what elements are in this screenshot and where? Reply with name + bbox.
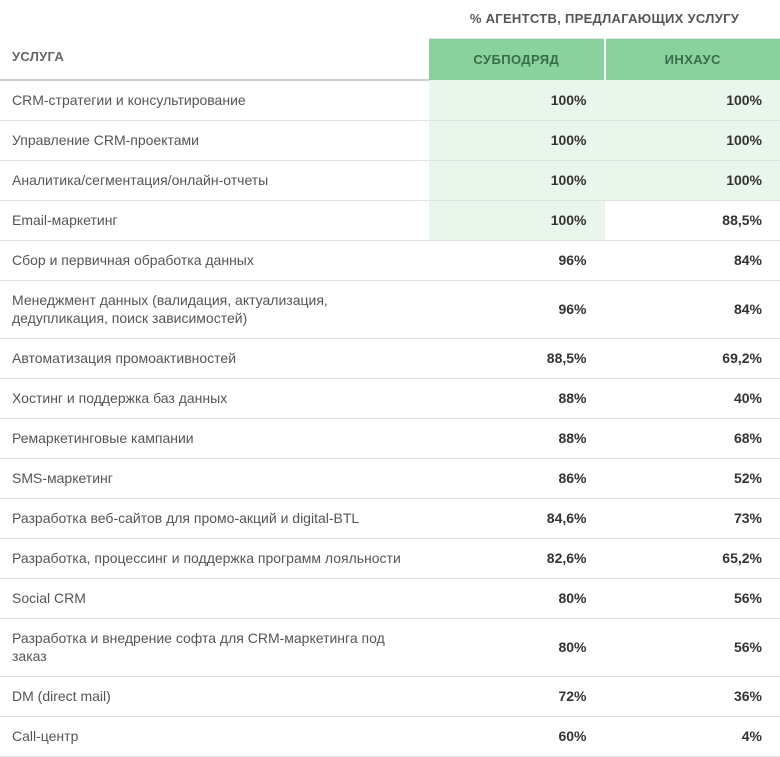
value-subcontract: 72% — [429, 677, 605, 717]
value-inhouse: 56% — [605, 578, 780, 618]
value-inhouse: 52% — [605, 459, 780, 499]
value-inhouse: 4% — [605, 717, 780, 757]
table-row: SMS-маркетинг86%52% — [0, 459, 780, 499]
table-row: Social CRM80%56% — [0, 578, 780, 618]
table-row: Call-центр60%4% — [0, 717, 780, 757]
value-inhouse: 69,2% — [605, 339, 780, 379]
value-subcontract: 80% — [429, 618, 605, 677]
value-subcontract: 84,6% — [429, 498, 605, 538]
table-row: DM (direct mail)72%36% — [0, 677, 780, 717]
value-inhouse: 65,2% — [605, 538, 780, 578]
service-name: Разработка веб-сайтов для промо-акций и … — [0, 498, 429, 538]
header-group: % АГЕНТСТВ, ПРЕДЛАГАЮЩИХ УСЛУГУ — [429, 0, 780, 38]
table-row: Email-маркетинг100%88,5% — [0, 200, 780, 240]
value-inhouse: 40% — [605, 379, 780, 419]
table-row: Автоматизация промоактивностей88,5%69,2% — [0, 339, 780, 379]
service-name: DM (direct mail) — [0, 677, 429, 717]
value-subcontract: 100% — [429, 160, 605, 200]
value-subcontract: 86% — [429, 459, 605, 499]
value-inhouse: 73% — [605, 498, 780, 538]
service-name: Автоматизация промоактивностей — [0, 339, 429, 379]
value-subcontract: 96% — [429, 240, 605, 280]
table-row: Разработка веб-сайтов для промо-акций и … — [0, 498, 780, 538]
value-subcontract: 88,5% — [429, 339, 605, 379]
table-row: CRM-стратегии и консультирование100%100% — [0, 80, 780, 120]
value-inhouse: 100% — [605, 160, 780, 200]
value-inhouse: 100% — [605, 80, 780, 120]
service-name: Сбор и первичная обработка данных — [0, 240, 429, 280]
value-subcontract: 80% — [429, 578, 605, 618]
table-body: CRM-стратегии и консультирование100%100%… — [0, 80, 780, 757]
header-col-subcontract: СУБПОДРЯД — [429, 38, 605, 80]
value-subcontract: 88% — [429, 419, 605, 459]
service-name: Разработка, процессинг и поддержка прогр… — [0, 538, 429, 578]
value-inhouse: 84% — [605, 240, 780, 280]
service-name: Ремаркетинговые кампании — [0, 419, 429, 459]
table-row: Сбор и первичная обработка данных96%84% — [0, 240, 780, 280]
service-name: CRM-стратегии и консультирование — [0, 80, 429, 120]
service-name: Email-маркетинг — [0, 200, 429, 240]
table-row: Разработка и внедрение софта для CRM-мар… — [0, 618, 780, 677]
value-subcontract: 96% — [429, 280, 605, 339]
value-inhouse: 100% — [605, 120, 780, 160]
value-inhouse: 68% — [605, 419, 780, 459]
value-subcontract: 88% — [429, 379, 605, 419]
table-row: Аналитика/сегментация/онлайн-отчеты100%1… — [0, 160, 780, 200]
service-name: SMS-маркетинг — [0, 459, 429, 499]
header-service: УСЛУГА — [0, 0, 429, 80]
services-table: УСЛУГА % АГЕНТСТВ, ПРЕДЛАГАЮЩИХ УСЛУГУ С… — [0, 0, 780, 757]
value-inhouse: 84% — [605, 280, 780, 339]
table-row: Хостинг и поддержка баз данных88%40% — [0, 379, 780, 419]
value-subcontract: 100% — [429, 80, 605, 120]
service-name: Social CRM — [0, 578, 429, 618]
value-subcontract: 60% — [429, 717, 605, 757]
table-row: Ремаркетинговые кампании88%68% — [0, 419, 780, 459]
value-subcontract: 100% — [429, 120, 605, 160]
table-row: Менеджмент данных (валидация, актуализац… — [0, 280, 780, 339]
header-col-inhouse: ИНХАУС — [605, 38, 780, 80]
service-name: Управление CRM-проектами — [0, 120, 429, 160]
service-name: Аналитика/сегментация/онлайн-отчеты — [0, 160, 429, 200]
value-subcontract: 82,6% — [429, 538, 605, 578]
value-inhouse: 88,5% — [605, 200, 780, 240]
service-name: Менеджмент данных (валидация, актуализац… — [0, 280, 429, 339]
value-inhouse: 36% — [605, 677, 780, 717]
table-row: Управление CRM-проектами100%100% — [0, 120, 780, 160]
service-name: Call-центр — [0, 717, 429, 757]
table-row: Разработка, процессинг и поддержка прогр… — [0, 538, 780, 578]
service-name: Хостинг и поддержка баз данных — [0, 379, 429, 419]
value-inhouse: 56% — [605, 618, 780, 677]
service-name: Разработка и внедрение софта для CRM-мар… — [0, 618, 429, 677]
value-subcontract: 100% — [429, 200, 605, 240]
